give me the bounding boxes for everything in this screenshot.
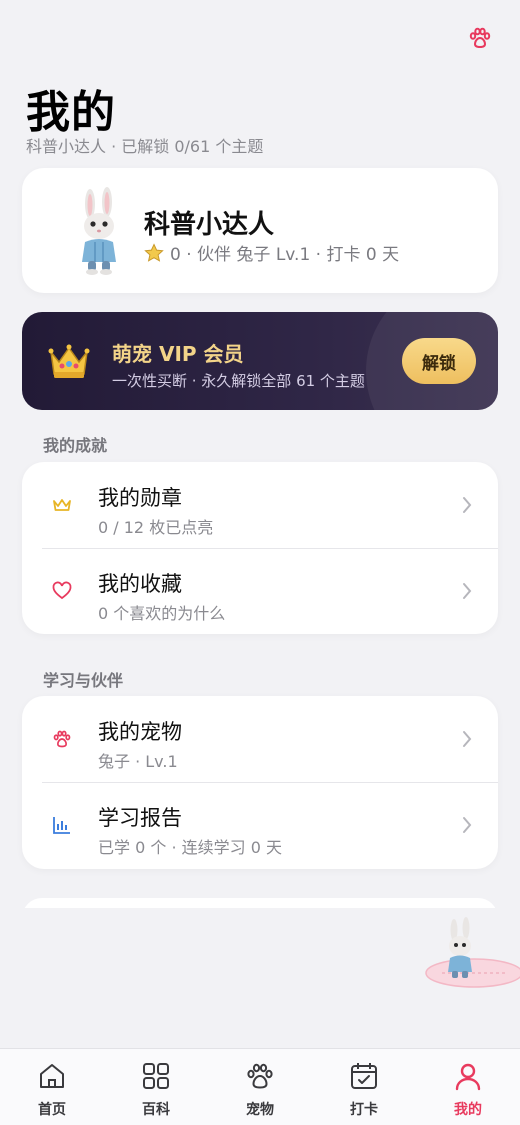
- rabbit-avatar: [82, 187, 116, 275]
- profile-stats-text: 0 · 伙伴 兔子 Lv.1 · 打卡 0 天: [170, 245, 400, 265]
- crown-outline-icon: [53, 499, 71, 511]
- grid-icon: [143, 1063, 169, 1089]
- list-item-title: 我的收藏: [98, 572, 182, 596]
- floating-pet[interactable]: [422, 916, 520, 996]
- tab-checkin[interactable]: 打卡: [312, 1049, 416, 1125]
- profile-stats: 0 · 伙伴 兔子 Lv.1 · 打卡 0 天: [144, 240, 399, 265]
- list-item-title: 学习报告: [98, 806, 182, 830]
- chevron-right-icon: [463, 583, 472, 599]
- list-item-badges[interactable]: 我的勋章 0 / 12 枚已点亮: [22, 462, 498, 548]
- profile-name: 科普小达人: [144, 210, 275, 240]
- list-item-favorites[interactable]: 我的收藏 0 个喜欢的为什么: [22, 548, 498, 634]
- vip-description: 一次性买断 · 永久解锁全部 61 个主题: [112, 372, 365, 390]
- learning-card: 我的宠物 兔子 · Lv.1 学习报告 已学 0 个 · 连续学习 0 天: [22, 696, 498, 869]
- list-item-report[interactable]: 学习报告 已学 0 个 · 连续学习 0 天: [22, 782, 498, 868]
- paw-icon: [53, 730, 71, 748]
- chevron-right-icon: [463, 817, 472, 833]
- tab-pet[interactable]: 宠物: [208, 1049, 312, 1125]
- star-icon: [144, 242, 164, 262]
- tab-home[interactable]: 首页: [0, 1049, 104, 1125]
- unlock-button[interactable]: 解锁: [402, 338, 476, 384]
- chevron-right-icon: [463, 497, 472, 513]
- crown-icon: [48, 344, 90, 378]
- tab-encyclopedia[interactable]: 百科: [104, 1049, 208, 1125]
- user-icon: [455, 1063, 481, 1091]
- section-title-achievements: 我的成就: [43, 436, 108, 455]
- bar-chart-icon: [53, 817, 70, 834]
- home-icon: [40, 1064, 64, 1088]
- list-item-title: 我的勋章: [98, 486, 182, 510]
- list-item-my-pet[interactable]: 我的宠物 兔子 · Lv.1: [22, 696, 498, 782]
- vip-title: 萌宠 VIP 会员: [112, 342, 244, 366]
- heart-icon: [52, 581, 72, 600]
- vip-banner[interactable]: 萌宠 VIP 会员 一次性买断 · 永久解锁全部 61 个主题 解锁: [22, 312, 498, 410]
- list-item-title: 我的宠物: [98, 720, 182, 744]
- page-subtitle: 科普小达人 · 已解锁 0/61 个主题: [26, 137, 264, 156]
- divider: [42, 548, 498, 549]
- chevron-right-icon: [463, 731, 472, 747]
- list-item-subtitle: 已学 0 个 · 连续学习 0 天: [98, 838, 282, 857]
- profile-card[interactable]: 科普小达人 0 · 伙伴 兔子 Lv.1 · 打卡 0 天: [22, 168, 498, 293]
- calendar-check-icon: [351, 1063, 377, 1089]
- paw-icon[interactable]: [468, 26, 492, 50]
- section-title-learning: 学习与伙伴: [43, 671, 124, 690]
- divider: [42, 782, 498, 783]
- page-title: 我的: [26, 87, 116, 138]
- bottom-tab-bar: 首页 百科 宠物 打卡 我的: [0, 1048, 520, 1125]
- achievements-card: 我的勋章 0 / 12 枚已点亮 我的收藏 0 个喜欢的为什么: [22, 462, 498, 634]
- tab-label: 首页: [38, 1102, 66, 1118]
- list-item-subtitle: 0 个喜欢的为什么: [98, 604, 226, 623]
- list-item-subtitle: 0 / 12 枚已点亮: [98, 518, 214, 537]
- tab-label: 我的: [454, 1102, 482, 1118]
- paw-icon: [247, 1063, 273, 1089]
- list-item-subtitle: 兔子 · Lv.1: [98, 752, 178, 771]
- tab-mine[interactable]: 我的: [416, 1049, 520, 1125]
- tab-label: 打卡: [350, 1102, 378, 1118]
- tab-label: 宠物: [246, 1102, 274, 1118]
- tab-label: 百科: [142, 1102, 170, 1118]
